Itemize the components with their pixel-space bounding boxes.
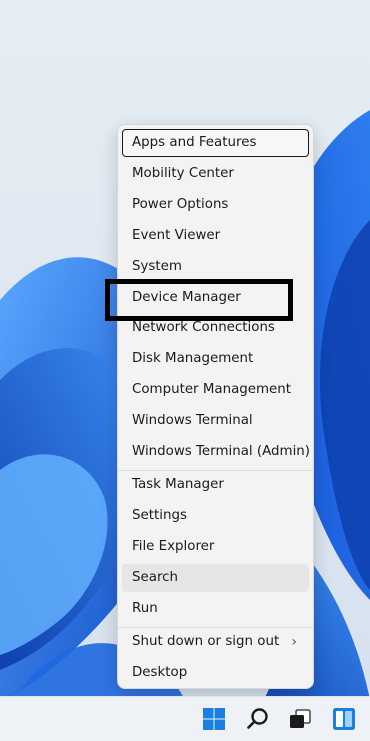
menu-item-label: Mobility Center <box>132 166 234 181</box>
menu-item-settings[interactable]: Settings <box>122 502 309 530</box>
menu-item-computer-management[interactable]: Computer Management <box>122 376 309 404</box>
menu-item-windows-terminal-admin[interactable]: Windows Terminal (Admin) <box>122 438 310 466</box>
menu-item-label: Apps and Features <box>132 135 257 150</box>
widgets-icon[interactable] <box>330 705 358 733</box>
menu-item-run[interactable]: Run <box>122 595 309 623</box>
menu-item-label: Network Connections <box>132 320 275 335</box>
menu-item-apps-and-features[interactable]: Apps and Features <box>122 129 309 157</box>
menu-item-label: Windows Terminal <box>132 413 253 428</box>
menu-item-label: Run <box>132 601 158 616</box>
task-view-icon[interactable] <box>286 705 314 733</box>
menu-item-label: System <box>132 259 182 274</box>
menu-item-label: Event Viewer <box>132 228 221 243</box>
menu-item-file-explorer[interactable]: File Explorer <box>122 533 309 561</box>
taskbar <box>0 696 370 741</box>
windows-start-icon[interactable] <box>200 705 228 733</box>
menu-item-mobility-center[interactable]: Mobility Center <box>122 160 309 188</box>
menu-item-search[interactable]: Search <box>122 564 309 592</box>
menu-item-label: Disk Management <box>132 351 254 366</box>
menu-item-label: Shut down or sign out <box>132 634 280 649</box>
menu-item-power-options[interactable]: Power Options <box>122 191 309 219</box>
menu-item-desktop[interactable]: Desktop <box>122 659 309 687</box>
menu-item-shut-down-or-sign-out[interactable]: Shut down or sign out › <box>122 628 309 656</box>
menu-item-label: Task Manager <box>132 477 224 492</box>
menu-item-label: Settings <box>132 508 187 523</box>
menu-item-windows-terminal[interactable]: Windows Terminal <box>122 407 309 435</box>
menu-item-disk-management[interactable]: Disk Management <box>122 345 309 373</box>
menu-item-label: Desktop <box>132 665 188 680</box>
quick-link-context-menu: Apps and Features Mobility Center Power … <box>117 124 314 689</box>
chevron-right-icon: › <box>291 634 297 650</box>
menu-item-task-manager[interactable]: Task Manager <box>122 471 309 499</box>
menu-item-label: File Explorer <box>132 539 215 554</box>
menu-item-event-viewer[interactable]: Event Viewer <box>122 222 309 250</box>
menu-item-label: Power Options <box>132 197 229 212</box>
menu-item-label: Windows Terminal (Admin) <box>132 444 310 459</box>
device-manager-highlight-annotation <box>105 279 293 321</box>
search-icon[interactable] <box>244 705 272 733</box>
menu-item-system[interactable]: System <box>122 253 309 281</box>
menu-item-label: Computer Management <box>132 382 292 397</box>
menu-item-label: Search <box>132 570 179 585</box>
